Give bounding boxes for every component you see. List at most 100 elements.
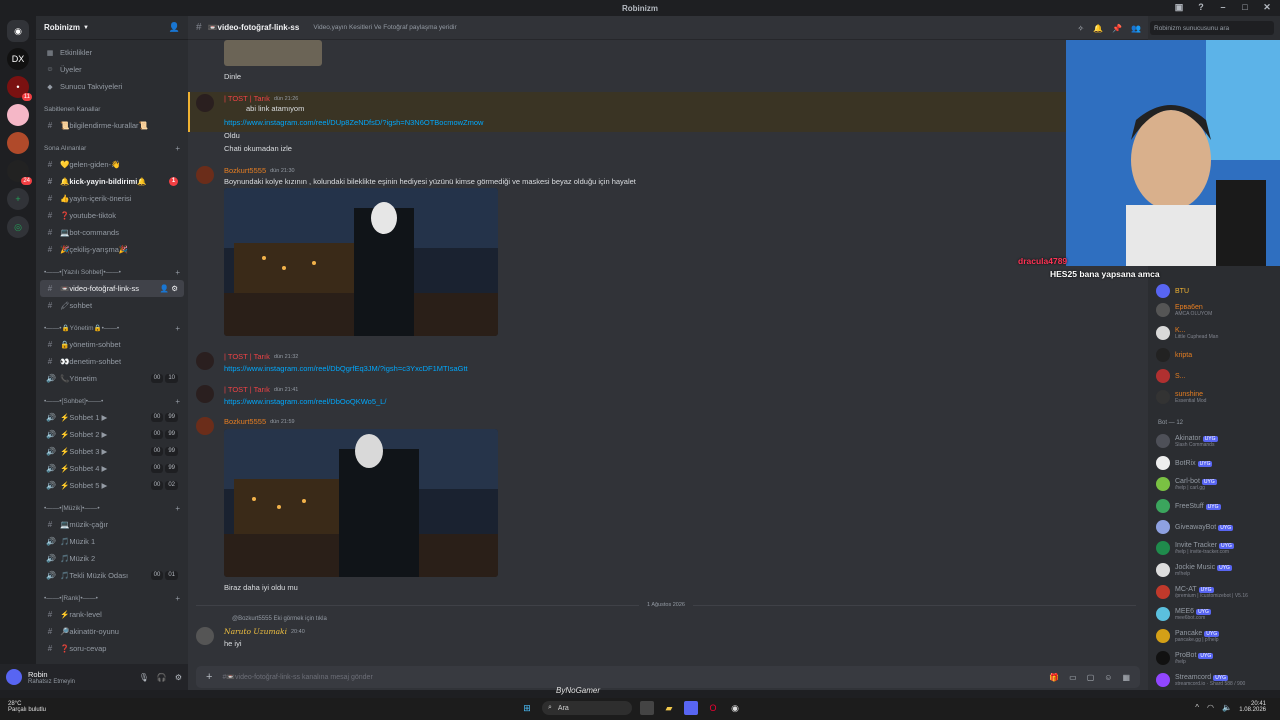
help-icon[interactable]: ? [1196, 2, 1206, 13]
avatar[interactable] [196, 627, 214, 645]
add-channel-icon[interactable]: + [175, 397, 180, 406]
gif-icon[interactable]: ▭ [1069, 673, 1077, 682]
attachment-image[interactable] [224, 429, 498, 577]
members-icon[interactable]: 👥 [1131, 24, 1141, 33]
voice-music-solo[interactable]: 🔊 🎵Tekli Müzik Odası 00 01 [40, 567, 184, 584]
message-author[interactable]: | TOST | Tarık [224, 385, 270, 394]
member-item[interactable]: Ерва6en AMCA OLUYOM [1156, 303, 1212, 317]
nav-events[interactable]: ▦ Etkinlikler [40, 44, 184, 61]
obs-icon[interactable]: ◉ [728, 701, 742, 715]
windows-start-icon[interactable]: ⊞ [520, 701, 534, 715]
member-item[interactable]: sunshine Essential Mod [1156, 390, 1206, 404]
avatar[interactable] [196, 417, 214, 435]
category-rank[interactable]: •——•[Rank]•——• + [40, 590, 184, 606]
voice-chat-1[interactable]: 🔊 ⚡Sohbet 1 ▶ 00 99 [40, 409, 184, 426]
add-attachment-button[interactable]: + [206, 671, 212, 683]
inbox-icon[interactable]: ▣ [1174, 2, 1184, 13]
add-server-button[interactable]: + [7, 188, 29, 210]
maximize-button[interactable]: □ [1240, 2, 1250, 13]
message-author[interactable]: Bozkurt5555 [224, 166, 266, 175]
bot-item[interactable]: Carl-bot UYG/help | carl.gg [1156, 477, 1217, 491]
category-pinned[interactable]: Sabitlenen Kanallar [40, 101, 184, 117]
channel-audit-chat[interactable]: # 👀denetim-sohbet [40, 353, 184, 370]
bot-item[interactable]: ProBot UYG/help [1156, 651, 1214, 665]
member-item[interactable]: BTU [1156, 284, 1189, 298]
channel-admin-chat[interactable]: # 🔒yönetim-sohbet [40, 336, 184, 353]
message-link[interactable]: https://www.instagram.com/reel/DbOoQKWo5… [224, 397, 386, 406]
server-icon[interactable] [7, 104, 29, 126]
message-author[interactable]: Bozkurt5555 [224, 417, 266, 426]
channel-qa[interactable]: # ❓soru-cevap [40, 640, 184, 657]
bot-item[interactable]: Jockie Music UYG m!help [1156, 563, 1232, 577]
message-author[interactable]: | TOST | Tarık [224, 352, 270, 361]
channel-kick-notify[interactable]: # 🔔kick-yayin-bildirimi🔔 1 [40, 173, 184, 190]
voice-chat-3[interactable]: 🔊 ⚡Sohbet 3 ▶ 00 99 [40, 443, 184, 460]
server-header[interactable]: Robinizm ▼ 👤 [36, 16, 188, 40]
channel-topic[interactable]: Video,yayın Kesitleri Ve Fotoğraf paylaş… [313, 24, 456, 31]
voice-music-2[interactable]: 🔊 🎵Müzik 2 [40, 550, 184, 567]
server-icon[interactable]: • 11 [7, 76, 32, 101]
add-channel-icon[interactable]: + [175, 324, 180, 333]
minimize-button[interactable]: – [1218, 2, 1228, 13]
channel-video-photo[interactable]: # 📼video-fotoğraf-link-ss 👤 ⚙ [40, 280, 184, 297]
category-music[interactable]: •——•[Müzik]•——• + [40, 500, 184, 516]
home-button[interactable]: ◉ [7, 20, 29, 42]
message-author[interactable]: | TOST | Tarık [224, 94, 270, 103]
category-recent[interactable]: Sona Alınanlar + [40, 140, 184, 156]
bot-item[interactable]: MC-AT UYG/premium | /customizebot | V5.16 [1156, 585, 1248, 599]
pin-icon[interactable]: 📌 [1112, 24, 1122, 33]
category-admin[interactable]: •——•🔒Yönetim🔒•——• + [40, 320, 184, 336]
category-text-chat[interactable]: •——•[Yazılı Sohbet]•——• + [40, 264, 184, 280]
category-voice[interactable]: •——•[Sohbet]•——• + [40, 393, 184, 409]
channel-suggestions[interactable]: # 👍yayin-içerik-önerisi [40, 190, 184, 207]
invite-icon[interactable]: 👤 [160, 284, 169, 293]
channel-akinator[interactable]: # 🔎akinatör-oyunu [40, 623, 184, 640]
member-item[interactable]: kripta [1156, 348, 1192, 362]
emoji-icon[interactable]: ☺ [1104, 673, 1112, 682]
opera-icon[interactable]: O [706, 701, 720, 715]
channel-giveaway[interactable]: # 🎉çekiliş-yarışma🎉 [40, 241, 184, 258]
bot-item[interactable]: FreeStuff UYG [1156, 499, 1221, 513]
apps-icon[interactable]: ▦ [1122, 673, 1130, 682]
add-channel-icon[interactable]: + [175, 268, 180, 277]
voice-music-1[interactable]: 🔊 🎵Müzik 1 [40, 533, 184, 550]
add-friend-icon[interactable]: 👤 [169, 22, 180, 33]
nav-members[interactable]: ☺ Üyeler [40, 61, 184, 78]
server-icon[interactable]: 24 [7, 160, 32, 185]
bot-item[interactable]: Pancake UYG pancake.gg | p!help [1156, 629, 1220, 643]
member-item[interactable]: K... Little Cuphead Man [1156, 326, 1218, 340]
channel-music-call[interactable]: # 💻müzik-çağır [40, 516, 184, 533]
message-author[interactable]: Naruto Uzumaki [224, 627, 287, 636]
avatar[interactable] [196, 352, 214, 370]
taskview-icon[interactable] [640, 701, 654, 715]
threads-icon[interactable]: ✧ [1077, 24, 1084, 33]
close-button[interactable]: ✕ [1262, 2, 1272, 13]
voice-admin[interactable]: 🔊 📞Yönetim 00 10 [40, 370, 184, 387]
voice-chat-2[interactable]: 🔊 ⚡Sohbet 2 ▶ 00 99 [40, 426, 184, 443]
bot-item[interactable]: BotRix UYG [1156, 456, 1213, 470]
reply-preview[interactable]: @Bozkurt5555 Eki görmek için tıkla [232, 616, 327, 622]
discord-taskbar-icon[interactable] [684, 701, 698, 715]
headphones-icon[interactable]: 🎧 [157, 673, 167, 682]
wifi-icon[interactable]: ◠ [1207, 703, 1214, 712]
weather-widget[interactable]: 28°C Parçalı bulutlu [8, 701, 46, 713]
avatar[interactable] [196, 385, 214, 403]
bot-item[interactable]: Invite Tracker UYG/help | invite-tracker.… [1156, 541, 1234, 555]
attachment-image[interactable] [224, 40, 322, 66]
nav-boosts[interactable]: ◆ Sunucu Takviyeleri [40, 78, 184, 95]
add-channel-icon[interactable]: + [175, 594, 180, 603]
bot-item[interactable]: MEE6 UYG mee6bot.com [1156, 607, 1211, 621]
gear-icon[interactable]: ⚙ [171, 284, 178, 293]
discover-icon[interactable]: ◎ [7, 216, 29, 238]
voice-chat-5[interactable]: 🔊 ⚡Sohbet 5 ▶ 00 02 [40, 477, 184, 494]
server-icon[interactable]: DX [7, 48, 29, 70]
gift-icon[interactable]: 🎁 [1049, 673, 1059, 682]
server-icon-active[interactable] [7, 132, 29, 154]
channel-bot-commands[interactable]: # 💻bot-commands [40, 224, 184, 241]
attachment-image[interactable] [224, 188, 498, 336]
channel-rank-level[interactable]: # ⚡rank-level [40, 606, 184, 623]
voice-chat-4[interactable]: 🔊 ⚡Sohbet 4 ▶ 00 99 [40, 460, 184, 477]
sticker-icon[interactable]: ▢ [1087, 673, 1095, 682]
channel-welcome[interactable]: # 💛gelen-giden-👋 [40, 156, 184, 173]
gear-icon[interactable]: ⚙ [175, 673, 182, 682]
